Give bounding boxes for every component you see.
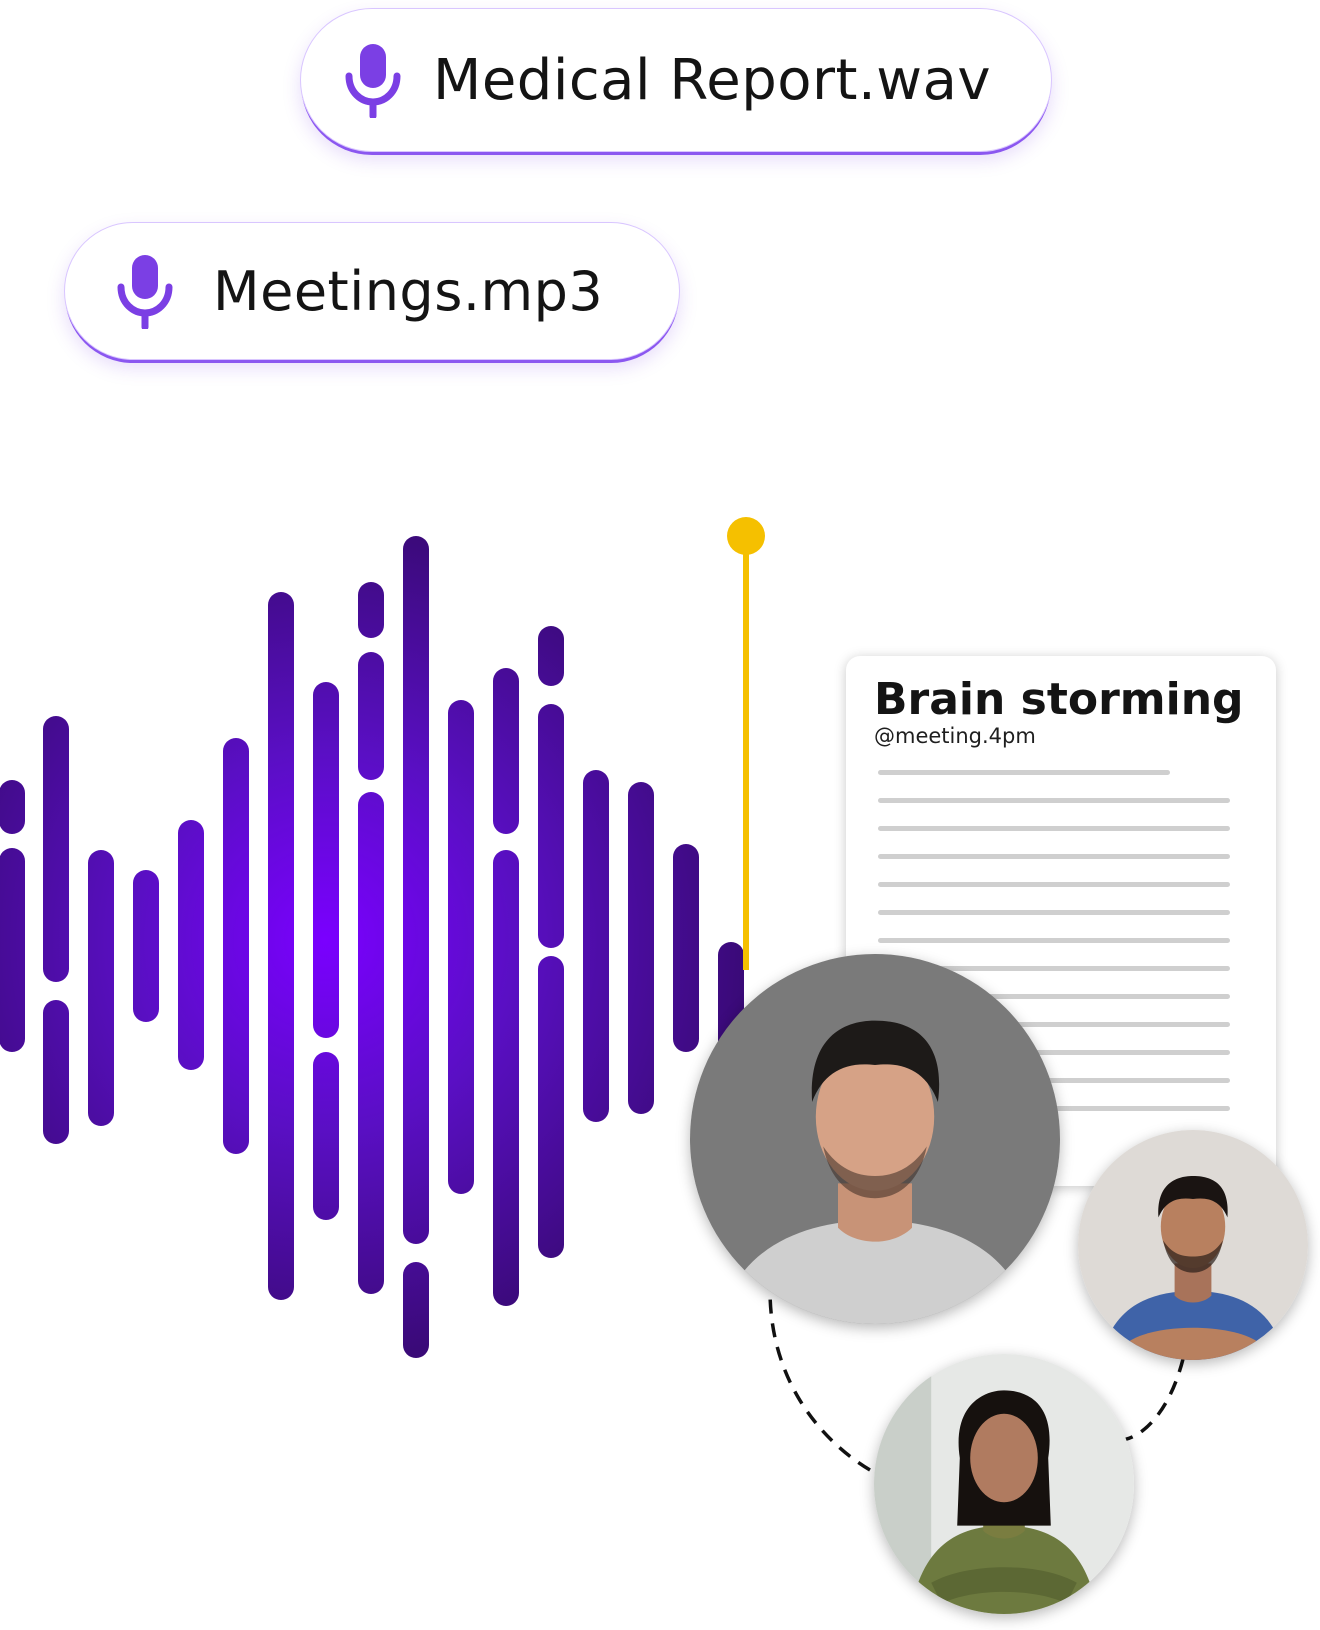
- waveform-bar: [0, 780, 25, 834]
- waveform-bar: [43, 1000, 69, 1144]
- note-text-line: [878, 882, 1230, 888]
- note-text-line: [878, 938, 1230, 944]
- note-text-line: [878, 854, 1230, 860]
- microphone-icon: [115, 253, 175, 331]
- waveform-bar: [493, 850, 519, 1306]
- waveform-bar: [223, 738, 249, 1154]
- file-name: Medical Report.wav: [433, 47, 992, 113]
- person-photo-icon: [690, 954, 1060, 1324]
- note-text-line: [878, 770, 1170, 776]
- file-chip-meetings[interactable]: Meetings.mp3: [64, 222, 680, 360]
- participant-avatar[interactable]: [690, 954, 1060, 1324]
- waveform-bar: [673, 844, 699, 1052]
- waveform-bar: [358, 652, 384, 780]
- waveform-bar: [583, 770, 609, 1122]
- note-text-line: [878, 910, 1230, 916]
- waveform-bar: [88, 850, 114, 1126]
- waveform-bar: [178, 820, 204, 1070]
- waveform-bar: [538, 956, 564, 1258]
- note-title: Brain storming: [874, 674, 1244, 725]
- participant-avatar[interactable]: [874, 1354, 1134, 1614]
- waveform-bar: [628, 782, 654, 1114]
- file-name: Meetings.mp3: [213, 259, 604, 323]
- participant-avatar[interactable]: [1078, 1130, 1308, 1360]
- waveform-bar: [493, 668, 519, 834]
- waveform-bar: [403, 1262, 429, 1358]
- waveform-bar: [403, 536, 429, 1244]
- waveform-bar: [0, 848, 25, 1052]
- waveform-bar: [538, 704, 564, 948]
- waveform-bar: [43, 716, 69, 982]
- person-photo-icon: [874, 1354, 1134, 1614]
- microphone-icon: [343, 42, 403, 120]
- waveform-bar: [313, 682, 339, 1038]
- waveform-bar: [358, 792, 384, 1294]
- waveform-bar: [268, 592, 294, 1300]
- file-chip-medical-report[interactable]: Medical Report.wav: [300, 8, 1052, 152]
- note-text-line: [878, 798, 1230, 804]
- waveform-bar: [538, 626, 564, 686]
- waveform-bar: [133, 870, 159, 1022]
- waveform-bar: [448, 700, 474, 1194]
- note-handle: @meeting.4pm: [874, 724, 1036, 749]
- waveform-bar: [358, 582, 384, 638]
- person-photo-icon: [1078, 1130, 1308, 1360]
- waveform-bar: [313, 1052, 339, 1220]
- playhead-marker[interactable]: [727, 517, 765, 555]
- note-text-line: [878, 826, 1230, 832]
